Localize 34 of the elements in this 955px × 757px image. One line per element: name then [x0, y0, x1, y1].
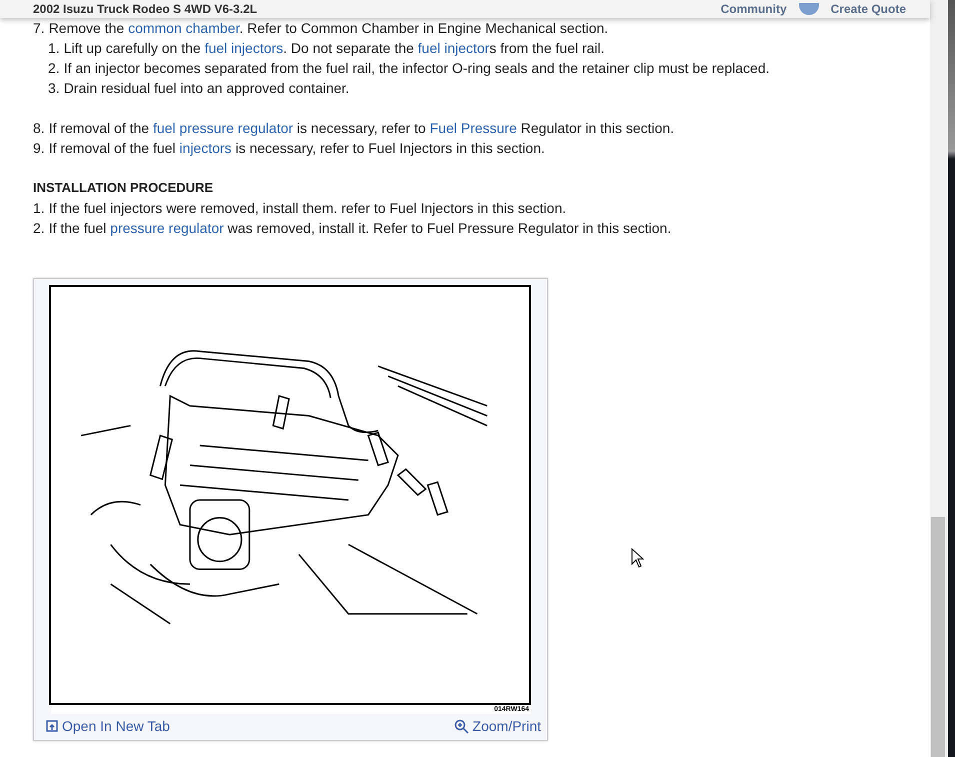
avatar-icon[interactable] — [798, 3, 819, 15]
open-in-new-tab-link[interactable]: Open In New Tab — [46, 718, 170, 734]
link[interactable]: Fuel Pressure — [430, 120, 517, 136]
link[interactable]: fuel injector — [418, 40, 490, 56]
step-number: 1. — [48, 39, 60, 58]
step-number: 7. — [33, 19, 45, 38]
step-text: If the fuel pressure regulator was removed, install it. Refer to Fuel Pressure Regulator in this section. — [48, 219, 672, 238]
step-text: Remove the common chamber. Refer to Common Chamber in Engine Mechanical section. — [48, 19, 608, 38]
step-text: If the fuel injectors were removed, install them. refer to Fuel Injectors in this section. — [48, 199, 566, 218]
step-number: 2. — [33, 219, 45, 238]
link[interactable]: injectors — [179, 140, 232, 156]
step-number: 8. — [33, 119, 45, 138]
link[interactable]: fuel injectors — [204, 40, 284, 56]
step-text: If removal of the fuel pressure regulator is necessary, refer to Fuel Pressure Regulator in this section. — [48, 119, 674, 138]
link[interactable]: fuel pressure regulator — [152, 120, 294, 136]
section-heading: INSTALLATION PROCEDURE — [33, 179, 214, 197]
step-number: 3. — [48, 79, 60, 98]
create-quote-link[interactable]: Create Quote — [830, 2, 906, 16]
community-link[interactable]: Community — [720, 2, 787, 16]
step-number: 1. — [33, 199, 45, 218]
zoom-print-link[interactable]: Zoom/Print — [454, 718, 541, 734]
zoom-icon — [454, 718, 469, 734]
step-number: 9. — [33, 139, 45, 158]
mouse-cursor-icon — [631, 548, 644, 568]
step-text: Drain residual fuel into an approved container. — [64, 79, 350, 98]
link[interactable]: pressure regulator — [110, 220, 224, 236]
link[interactable]: common chamber — [128, 20, 240, 36]
scrollbar-thumb[interactable] — [931, 517, 945, 757]
new-tab-icon — [46, 720, 58, 732]
step-number: 2. — [48, 59, 60, 78]
step-text: If removal of the fuel injectors is necessary, refer to Fuel Injectors in this section. — [48, 139, 545, 158]
vehicle-title: 2002 Isuzu Truck Rodeo S 4WD V6-3.2L — [33, 2, 258, 16]
step-text: Lift up carefully on the fuel injectors. Do not separate the fuel injectors from the fuel rail. — [64, 39, 605, 58]
step-text: If an injector becomes separated from the fuel rail, the infector O-ring seals and the retainer clip must be replaced. — [64, 59, 770, 78]
